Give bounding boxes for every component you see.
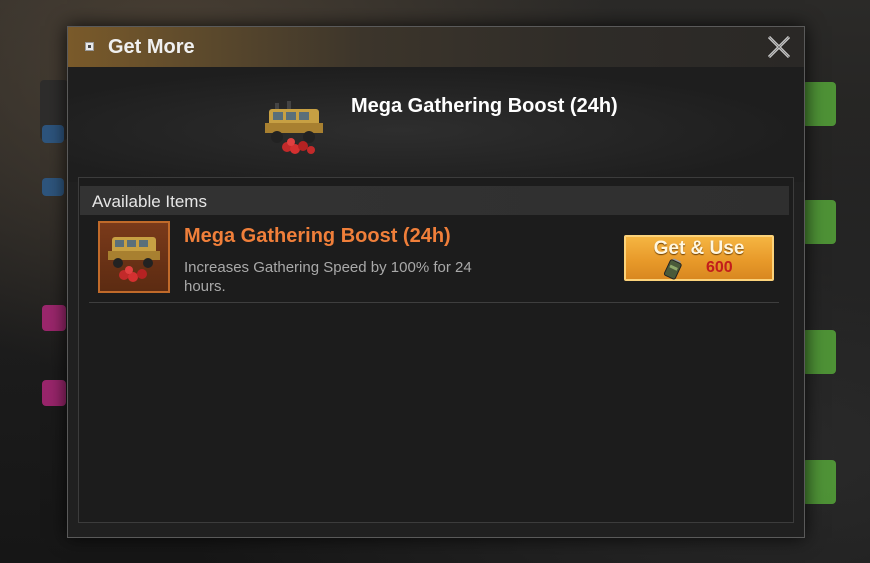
close-button[interactable] bbox=[764, 32, 794, 62]
gathering-truck-icon bbox=[108, 237, 160, 282]
dialog-title: Get More bbox=[108, 36, 195, 58]
background-tile bbox=[802, 200, 836, 244]
title-bullet-icon bbox=[85, 42, 94, 51]
section-header-label: Available Items bbox=[92, 192, 207, 211]
background-tile bbox=[802, 460, 836, 504]
background-tile bbox=[42, 305, 66, 331]
boost-hero: Mega Gathering Boost (24h) bbox=[68, 67, 804, 182]
background-tile bbox=[42, 380, 66, 406]
get-and-use-button[interactable]: Get & Use 600 bbox=[624, 235, 774, 281]
dialog-titlebar: Get More bbox=[68, 27, 804, 68]
background-tile bbox=[802, 330, 836, 374]
boost-hero-title: Mega Gathering Boost (24h) bbox=[351, 95, 618, 117]
list-item: Mega Gathering Boost (24h) Increases Gat… bbox=[89, 218, 779, 303]
get-more-dialog: Get More Mega Gathering Boost (24h) Avai… bbox=[67, 26, 805, 538]
cost-value: 600 bbox=[706, 259, 733, 276]
get-and-use-label: Get & Use bbox=[653, 238, 745, 259]
available-items-panel: Available Items Mega Gathering Boost (24… bbox=[78, 177, 794, 523]
item-name: Mega Gathering Boost (24h) bbox=[184, 225, 451, 247]
item-thumbnail bbox=[98, 221, 170, 293]
background-tile bbox=[42, 125, 64, 143]
item-description: Increases Gathering Speed by 100% for 24… bbox=[184, 259, 472, 295]
battery-icon bbox=[663, 258, 682, 280]
background-tile bbox=[802, 82, 836, 126]
close-icon bbox=[767, 35, 791, 59]
gathering-truck-icon bbox=[265, 101, 323, 154]
section-header: Available Items bbox=[80, 186, 789, 215]
background-tile bbox=[42, 178, 64, 196]
